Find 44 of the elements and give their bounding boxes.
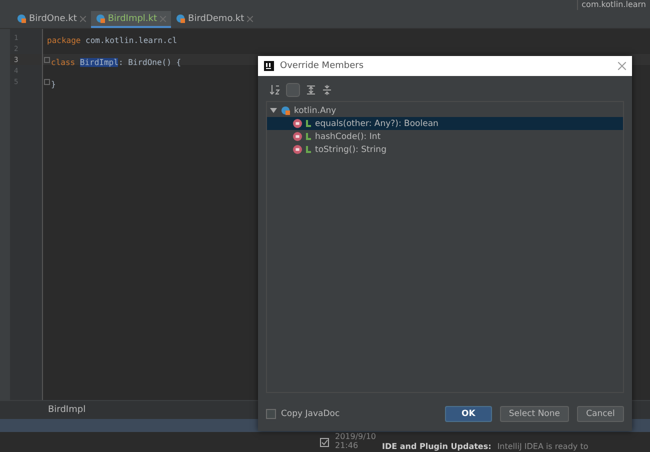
method-icon — [293, 145, 302, 154]
tree-node[interactable]: kotlin.Any — [294, 106, 336, 116]
fold-icon[interactable] — [44, 56, 50, 62]
member-row[interactable]: hashCode(): Int — [267, 130, 623, 143]
kotlin-file-icon — [96, 14, 105, 23]
member-row[interactable]: equals(other: Any?): Boolean — [267, 117, 623, 130]
collapse-all-icon[interactable] — [322, 85, 332, 95]
notification-title: IDE and Plugin Updates: — [382, 442, 492, 451]
editor-tab[interactable]: BirdImpl.kt — [90, 11, 172, 28]
notification-time: 21:46 — [335, 441, 360, 450]
close-icon[interactable] — [247, 16, 254, 22]
close-icon[interactable] — [160, 16, 166, 22]
kotlin-file-icon — [176, 14, 186, 23]
breadcrumb[interactable]: BirdImpl — [48, 405, 86, 415]
dialog-button[interactable]: Cancel — [577, 406, 624, 422]
checkbox-label: Copy JavaDoc — [281, 409, 340, 419]
expand-all-icon[interactable] — [306, 85, 316, 95]
method-icon — [293, 132, 302, 141]
expand-triangle-icon[interactable] — [270, 107, 277, 114]
public-visibility-icon — [306, 120, 311, 127]
kotlin-file-icon — [17, 14, 26, 23]
notification-text: IntelliJ IDEA is ready to — [497, 442, 588, 451]
kotlin-file-icon — [281, 106, 290, 115]
editor-tab[interactable]: BirdDemo.kt — [171, 11, 258, 28]
fold-icon[interactable] — [44, 78, 50, 84]
editor-tab[interactable]: BirdOne.kt — [12, 11, 91, 28]
member-row[interactable]: toString(): String — [267, 143, 623, 156]
dialog-button[interactable]: OK — [444, 406, 492, 422]
code-line: class BirdImpl: BirdOne() { — [51, 57, 182, 69]
close-icon[interactable] — [80, 16, 86, 22]
toggle-button[interactable] — [286, 83, 300, 97]
close-icon[interactable] — [618, 62, 626, 70]
app-logo-icon — [264, 61, 274, 71]
dialog-title: Override Members — [280, 61, 365, 71]
notification-date: 2019/9/10 — [335, 432, 376, 441]
code-line: } — [51, 79, 56, 91]
dialog-button[interactable]: Select None — [500, 406, 569, 422]
code-line: package com.kotlin.learn.cl — [47, 35, 178, 47]
sort-icon[interactable] — [270, 85, 280, 95]
public-visibility-icon — [306, 133, 311, 140]
method-icon — [293, 119, 302, 128]
public-visibility-icon — [306, 146, 311, 153]
checkbox[interactable] — [266, 409, 276, 419]
checkbox-icon — [320, 438, 329, 447]
